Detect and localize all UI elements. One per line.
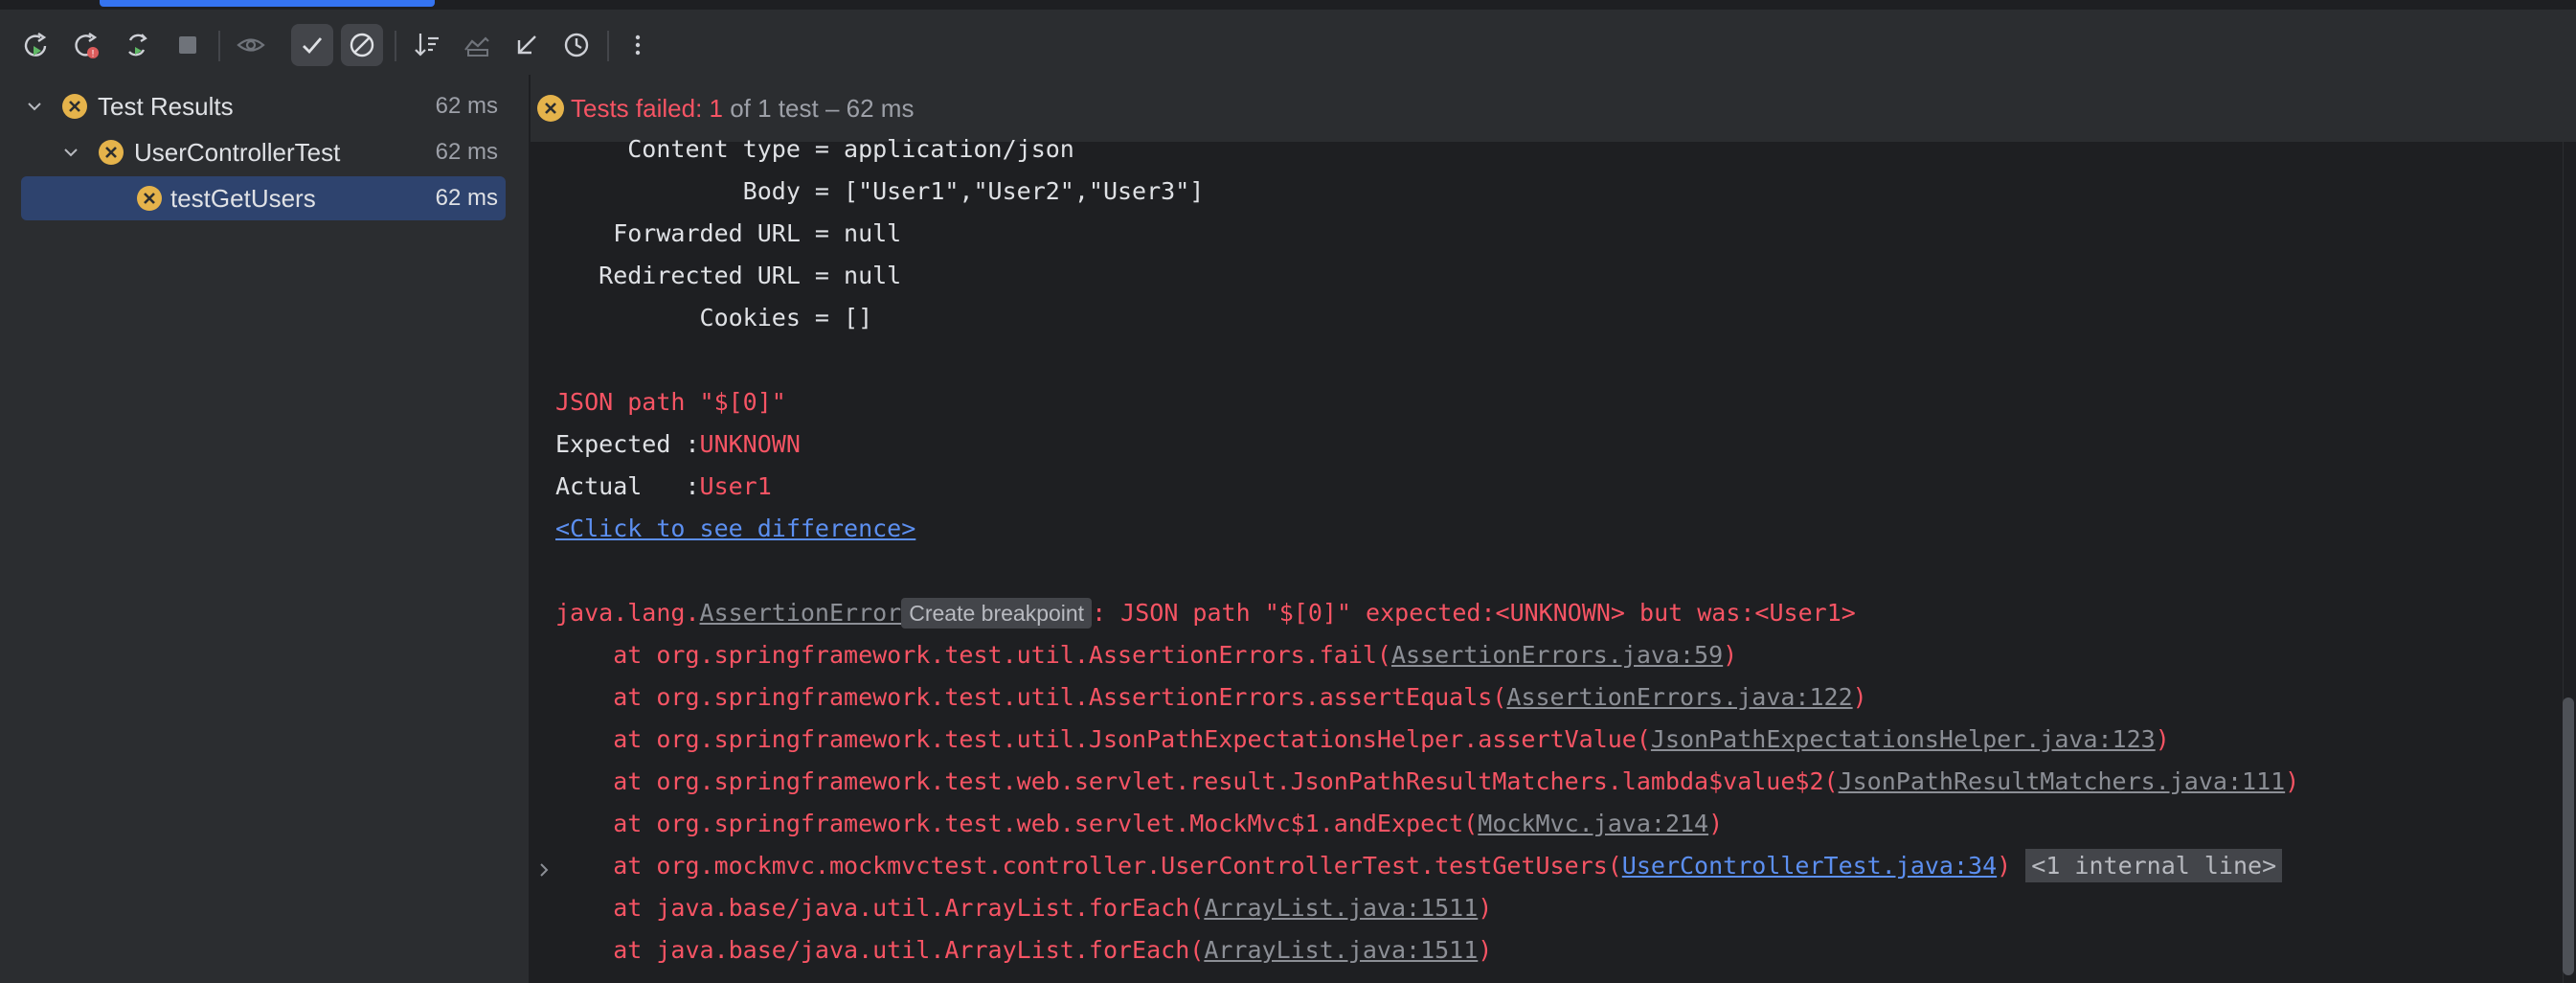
- console-line: Forwarded URL = null: [555, 219, 902, 247]
- json-path-line: JSON path "$[0]": [555, 388, 786, 416]
- sort-icon: [415, 34, 439, 57]
- stack-frame-link[interactable]: JsonPathResultMatchers.java:111: [1839, 767, 2286, 795]
- test-results-tree: Test Results 62 ms UserControllerTest 62…: [0, 75, 529, 983]
- stack-frame-link[interactable]: UserControllerTest.java:34: [1622, 852, 1997, 880]
- click-to-see-difference-link[interactable]: <Click to see difference>: [555, 514, 915, 542]
- console-output[interactable]: Content type = application/json Body = […: [555, 135, 2299, 964]
- tree-item-label: testGetUsers: [170, 183, 316, 213]
- stack-frame: at org.mockmvc.mockmvctest.controller.Us…: [555, 845, 2283, 887]
- actual-line: Actual :User1: [555, 472, 772, 500]
- stack-frame: at org.springframework.test.web.servlet.…: [555, 767, 2300, 795]
- tree-item-label: UserControllerTest: [134, 137, 341, 167]
- test-runner-button[interactable]: [456, 24, 498, 66]
- toolbar-separator: [218, 31, 220, 61]
- tree-item-testgetusers[interactable]: testGetUsers 62 ms: [21, 176, 506, 220]
- tree-item-label: Test Results: [98, 91, 234, 121]
- stack-frame-link[interactable]: AssertionErrors.java:59: [1391, 641, 1723, 669]
- rerun-failed-button[interactable]: !: [65, 24, 107, 66]
- rerun-button[interactable]: [14, 24, 56, 66]
- show-passed-button[interactable]: [291, 24, 333, 66]
- tree-item-usercontrollertest[interactable]: UserControllerTest 62 ms: [21, 130, 506, 174]
- tree-item-test-results[interactable]: Test Results 62 ms: [21, 84, 506, 128]
- show-ignored-icon: [237, 38, 265, 52]
- import-tests-icon: [517, 35, 536, 55]
- test-failed-icon: [537, 95, 564, 122]
- stack-frame-link[interactable]: JsonPathExpectationsHelper.java:123: [1651, 725, 2156, 753]
- history-button[interactable]: [555, 24, 598, 66]
- rerun-failed-icon: !: [75, 33, 99, 59]
- stop-button[interactable]: [167, 24, 209, 66]
- console-line: Body = ["User1","User2","User3"]: [555, 177, 1205, 205]
- test-failed-icon: [62, 94, 87, 119]
- test-output-console: Tests failed: 1 of 1 test – 62 ms Conten…: [531, 75, 2576, 983]
- test-status-text: Tests failed: 1 of 1 test – 62 ms: [571, 94, 915, 123]
- more-icon: [635, 34, 641, 56]
- stack-frame: at java.base/java.util.ArrayList.forEach…: [555, 894, 1493, 922]
- exception-line: java.lang.AssertionError Create breakpoin…: [555, 598, 1856, 629]
- test-failed-icon: [137, 186, 162, 211]
- toolbar-separator: [395, 31, 396, 61]
- test-progress-bar: [100, 0, 435, 7]
- stack-frame-link[interactable]: ArrayList.java:1511: [1204, 894, 1478, 922]
- sort-button[interactable]: [406, 24, 448, 66]
- console-line: Redirected URL = null: [555, 262, 902, 289]
- stack-frame: at java.base/java.util.ArrayList.forEach…: [555, 936, 1493, 964]
- stop-icon: [179, 36, 196, 54]
- stack-frame: at org.springframework.test.util.Asserti…: [555, 683, 1867, 711]
- stack-frame-link[interactable]: AssertionErrors.java:122: [1506, 683, 1852, 711]
- test-runner-icon: [464, 36, 489, 57]
- chevron-down-icon[interactable]: [25, 97, 44, 116]
- console-scrollbar[interactable]: [2563, 697, 2574, 975]
- svg-text:!: !: [92, 49, 95, 59]
- expected-line: Expected :UNKNOWN: [555, 430, 801, 458]
- tree-item-duration: 62 ms: [435, 93, 498, 119]
- internal-lines-chip[interactable]: <1 internal line>: [2025, 849, 2283, 882]
- chevron-down-icon[interactable]: [61, 143, 80, 162]
- exception-class-link[interactable]: AssertionError: [700, 599, 902, 627]
- rerun-icon: [24, 33, 47, 57]
- diff-link-line: <Click to see difference>: [555, 508, 915, 550]
- show-ignored-button[interactable]: [230, 24, 272, 66]
- chevron-right-icon[interactable]: [536, 860, 552, 880]
- test-toolbar: !: [0, 11, 2576, 76]
- toolbar-separator: [607, 31, 609, 61]
- create-breakpoint-chip[interactable]: Create breakpoint: [901, 598, 1093, 629]
- tree-item-duration: 62 ms: [435, 139, 498, 165]
- show-passed-icon: [303, 37, 323, 55]
- more-button[interactable]: [617, 24, 659, 66]
- show-failed-button[interactable]: [341, 24, 383, 66]
- stack-frame-link[interactable]: ArrayList.java:1511: [1204, 936, 1478, 964]
- stack-frame: at org.springframework.test.web.servlet.…: [555, 810, 1724, 837]
- import-tests-button[interactable]: [506, 24, 548, 66]
- toggle-auto-test-button[interactable]: [116, 24, 158, 66]
- stack-frame: at org.springframework.test.util.Asserti…: [555, 641, 1738, 669]
- toggle-auto-test-icon: [128, 34, 147, 57]
- history-icon: [564, 33, 589, 57]
- test-failed-icon: [99, 140, 124, 165]
- stack-frame-link[interactable]: MockMvc.java:214: [1478, 810, 1708, 837]
- tree-item-duration: 62 ms: [435, 185, 498, 211]
- console-line: Content type = application/json: [555, 135, 1074, 163]
- stack-frame: at org.springframework.test.util.JsonPat…: [555, 725, 2170, 753]
- console-line: Cookies = []: [555, 304, 873, 331]
- show-failed-icon: [350, 33, 374, 57]
